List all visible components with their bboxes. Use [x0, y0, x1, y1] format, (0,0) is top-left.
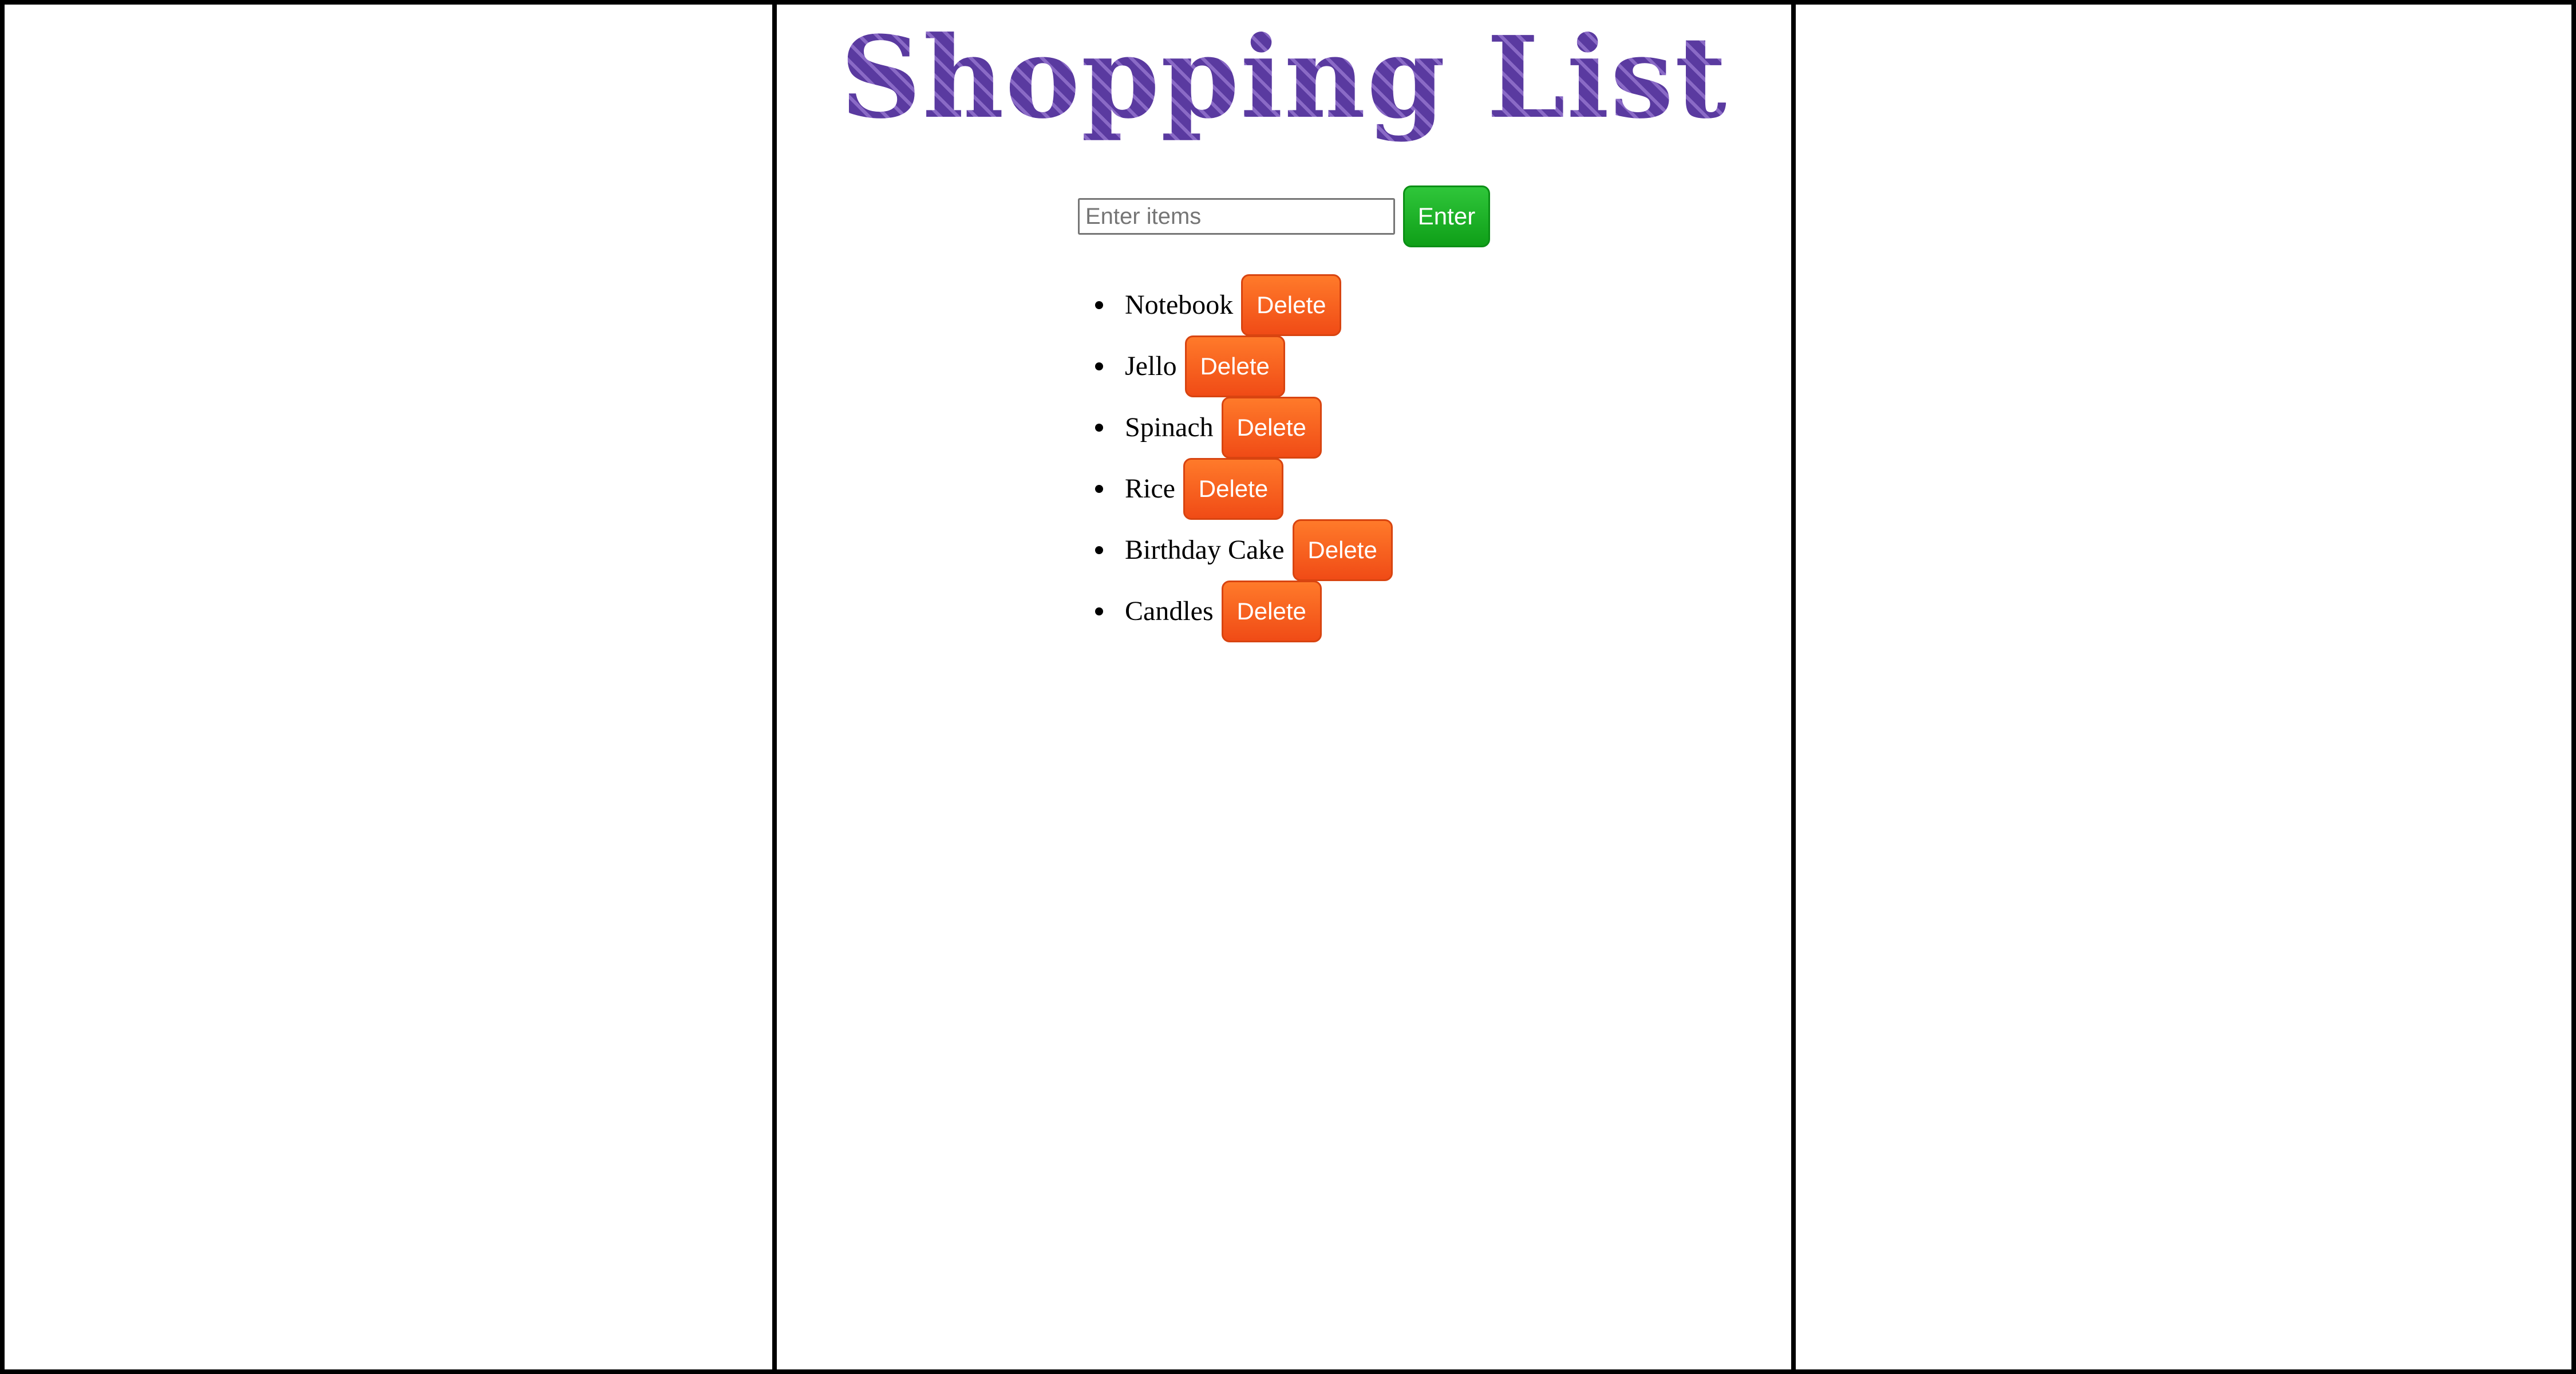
- bullet-icon: [1095, 607, 1103, 615]
- bullet-icon: [1095, 362, 1103, 370]
- delete-button[interactable]: Delete: [1221, 580, 1322, 642]
- delete-button[interactable]: Delete: [1183, 457, 1283, 520]
- shopping-list-panel: Shopping List Enter Notebook Delete Jell…: [777, 5, 1791, 1369]
- enter-button[interactable]: Enter: [1403, 185, 1490, 247]
- bullet-icon: [1095, 484, 1103, 493]
- list-item-name: Birthday Cake: [1125, 535, 1285, 565]
- list-item: Birthday Cake Delete: [1095, 519, 1393, 581]
- delete-button[interactable]: Delete: [1221, 396, 1322, 459]
- list-item: Notebook Delete: [1095, 274, 1393, 336]
- list-item-name: Jello: [1125, 351, 1177, 381]
- delete-button[interactable]: Delete: [1241, 274, 1342, 336]
- list-item-name: Rice: [1125, 473, 1175, 504]
- list-item-name: Notebook: [1125, 290, 1234, 320]
- delete-button[interactable]: Delete: [1184, 335, 1285, 397]
- left-column-divider: [772, 0, 777, 1374]
- list-item: Candles Delete: [1095, 580, 1393, 642]
- list-item: Jello Delete: [1095, 335, 1393, 397]
- bullet-icon: [1095, 423, 1103, 432]
- list-item-name: Spinach: [1125, 412, 1214, 443]
- bullet-icon: [1095, 546, 1103, 554]
- list-item-name: Candles: [1125, 596, 1214, 626]
- delete-button[interactable]: Delete: [1292, 519, 1393, 581]
- item-input[interactable]: [1078, 198, 1395, 235]
- right-column-divider: [1791, 0, 1796, 1374]
- bullet-icon: [1095, 301, 1103, 309]
- page-title: Shopping List: [777, 9, 1791, 147]
- shopping-list: Notebook Delete Jello Delete Spinach Del…: [1095, 274, 1393, 642]
- list-item: Spinach Delete: [1095, 396, 1393, 459]
- list-item: Rice Delete: [1095, 457, 1393, 520]
- item-entry-row: Enter: [777, 185, 1791, 247]
